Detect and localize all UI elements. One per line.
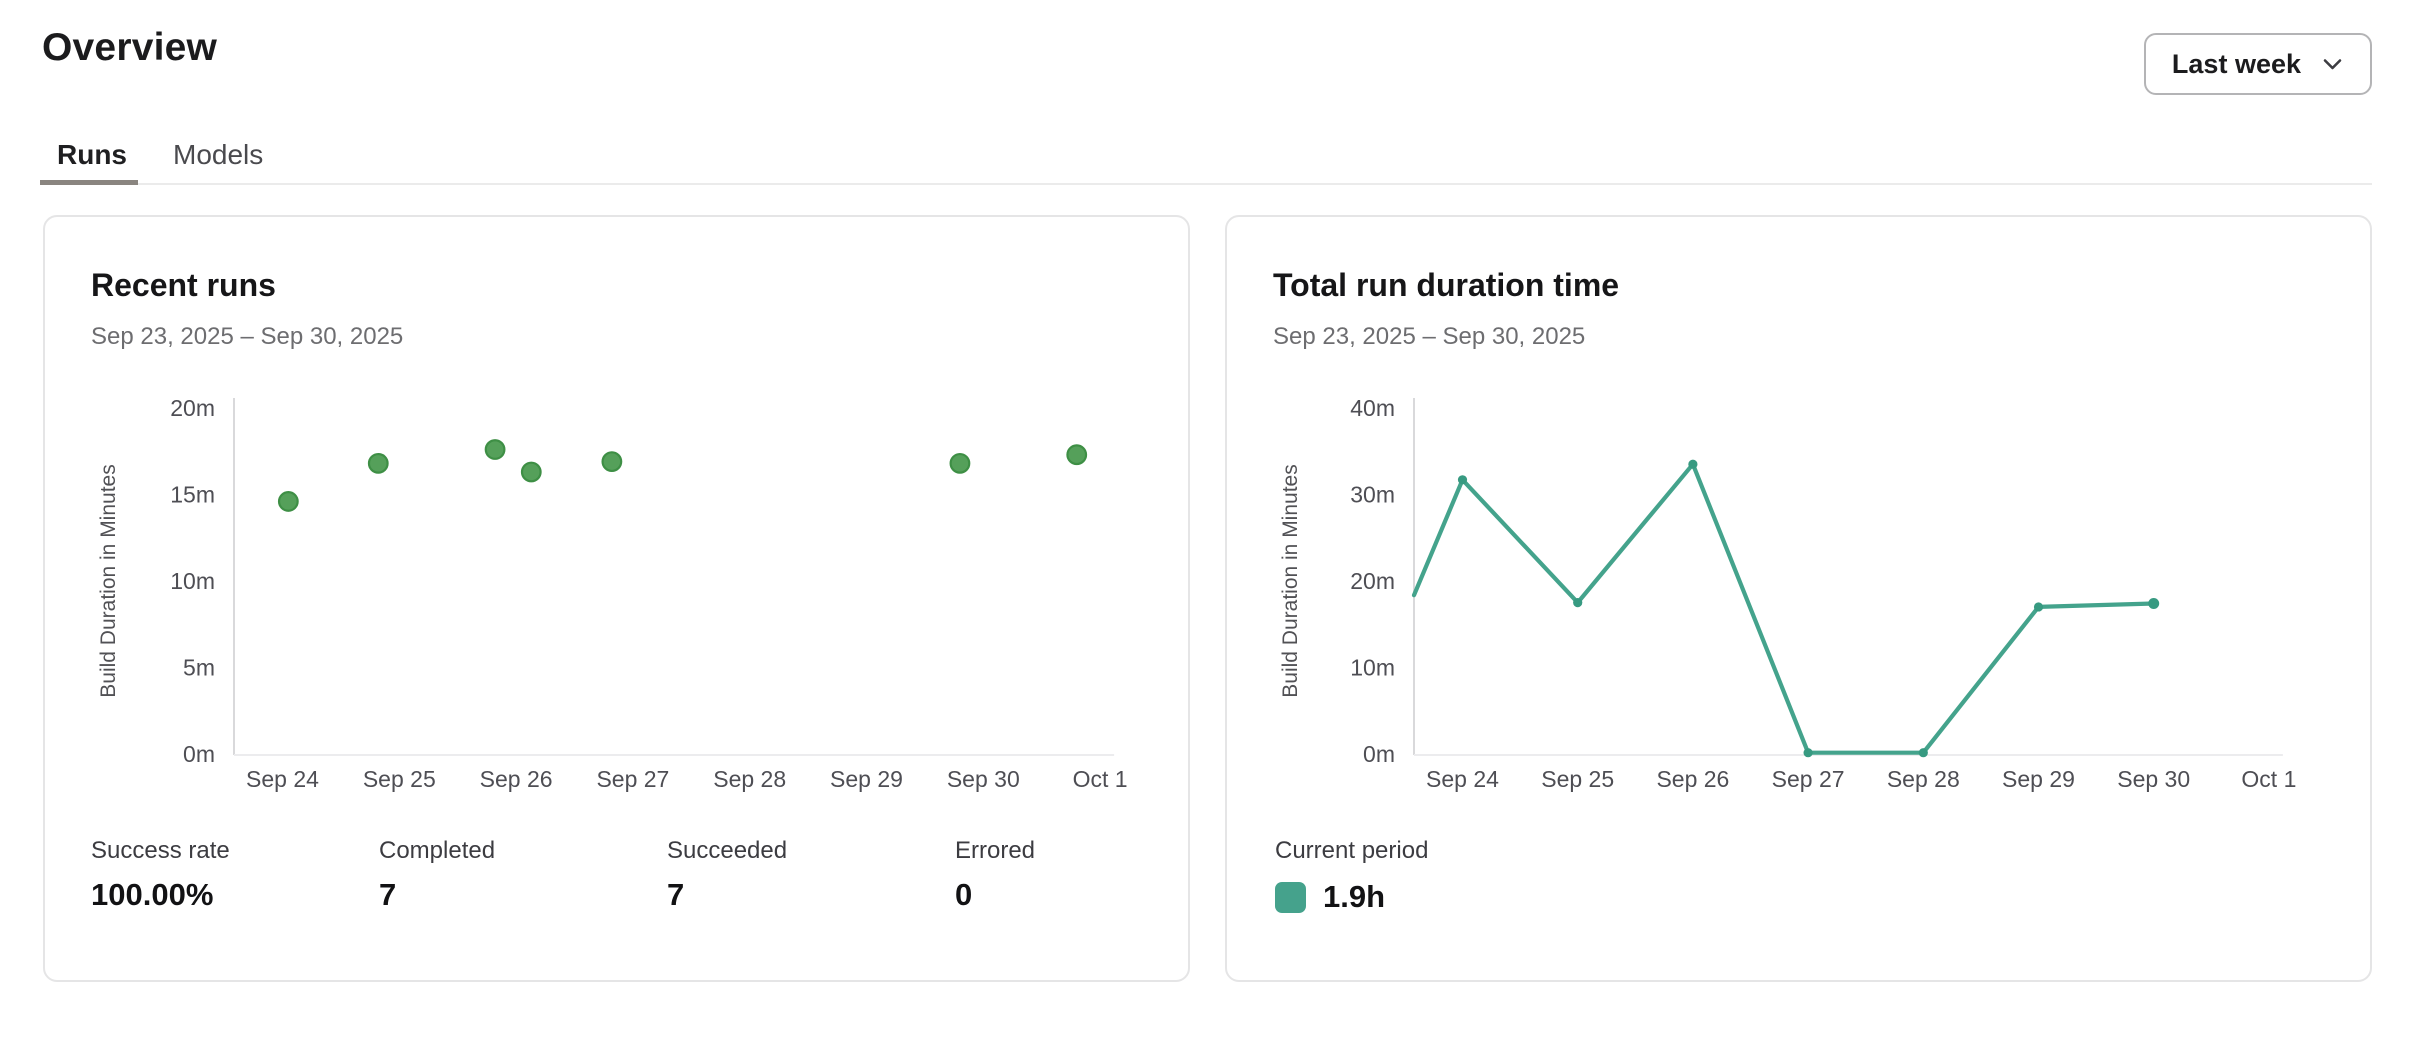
svg-text:10m: 10m <box>170 568 215 594</box>
legend-label: Current period <box>1275 837 1428 865</box>
svg-text:10m: 10m <box>1350 655 1395 681</box>
svg-text:Sep 27: Sep 27 <box>1772 766 1845 792</box>
svg-text:Sep 26: Sep 26 <box>1656 766 1729 792</box>
period-dropdown-value: Last week <box>2172 49 2301 80</box>
stat-value: 7 <box>379 877 667 913</box>
svg-text:Sep 29: Sep 29 <box>830 766 903 792</box>
tabs-divider <box>42 183 2372 185</box>
stat-completed: Completed 7 <box>379 837 667 913</box>
svg-text:0m: 0m <box>1363 741 1395 767</box>
period-dropdown[interactable]: Last week <box>2144 33 2372 95</box>
svg-text:Sep 24: Sep 24 <box>1426 766 1499 792</box>
stat-value: 0 <box>955 877 1243 913</box>
legend-swatch <box>1275 882 1306 913</box>
tab-bar: Runs Models <box>40 132 280 178</box>
svg-text:Sep 28: Sep 28 <box>1887 766 1960 792</box>
svg-text:20m: 20m <box>170 395 215 421</box>
svg-text:Sep 24: Sep 24 <box>246 766 319 792</box>
overview-page: Overview Last week Runs Models Recent ru… <box>0 0 2414 1044</box>
svg-text:30m: 30m <box>1350 482 1395 508</box>
svg-text:Sep 30: Sep 30 <box>2117 766 2190 792</box>
svg-text:Sep 27: Sep 27 <box>596 766 669 792</box>
svg-text:15m: 15m <box>170 482 215 508</box>
run-stats-row: Success rate 100.00% Completed 7 Succeed… <box>91 837 1243 913</box>
svg-text:20m: 20m <box>1350 568 1395 594</box>
svg-text:Sep 25: Sep 25 <box>363 766 436 792</box>
legend-value: 1.9h <box>1323 879 1385 915</box>
svg-text:Sep 30: Sep 30 <box>947 766 1020 792</box>
stat-label: Completed <box>379 837 667 865</box>
chart-legend: Current period 1.9h <box>1275 837 1428 915</box>
stat-errored: Errored 0 <box>955 837 1243 913</box>
stat-success-rate: Success rate 100.00% <box>91 837 379 913</box>
tab-runs[interactable]: Runs <box>40 132 144 178</box>
stat-value: 100.00% <box>91 877 379 913</box>
stat-label: Succeeded <box>667 837 955 865</box>
page-title: Overview <box>42 26 217 70</box>
stat-label: Success rate <box>91 837 379 865</box>
active-tab-underline <box>40 180 138 185</box>
svg-text:0m: 0m <box>183 741 215 767</box>
svg-text:Oct 1: Oct 1 <box>2241 766 2296 792</box>
chevron-down-icon <box>2321 57 2344 72</box>
run-duration-line-chart: 0m 10m 20m 30m 40m Sep 24 Sep 25 Sep 26 Sep 27 Se… <box>1227 382 2370 822</box>
svg-text:Sep 25: Sep 25 <box>1541 766 1614 792</box>
stat-value: 7 <box>667 877 955 913</box>
total-duration-card: Total run duration time Sep 23, 2025 – S… <box>1225 215 2372 982</box>
svg-text:Sep 28: Sep 28 <box>713 766 786 792</box>
svg-text:Sep 26: Sep 26 <box>480 766 553 792</box>
svg-text:5m: 5m <box>183 655 215 681</box>
tab-models[interactable]: Models <box>156 132 280 178</box>
svg-text:Sep 29: Sep 29 <box>2002 766 2075 792</box>
card-title: Recent runs <box>91 267 276 304</box>
card-date-range: Sep 23, 2025 – Sep 30, 2025 <box>1273 323 1585 351</box>
card-title: Total run duration time <box>1273 267 1619 304</box>
recent-runs-scatter-chart: 0m 5m 10m 15m 20m Sep 24 Sep 25 Sep 26 Sep 27 Sep… <box>45 382 1190 822</box>
stat-succeeded: Succeeded 7 <box>667 837 955 913</box>
svg-text:Oct 1: Oct 1 <box>1073 766 1128 792</box>
recent-runs-card: Recent runs Sep 23, 2025 – Sep 30, 2025 … <box>43 215 1190 982</box>
stat-label: Errored <box>955 837 1243 865</box>
svg-text:40m: 40m <box>1350 395 1395 421</box>
card-date-range: Sep 23, 2025 – Sep 30, 2025 <box>91 323 403 351</box>
